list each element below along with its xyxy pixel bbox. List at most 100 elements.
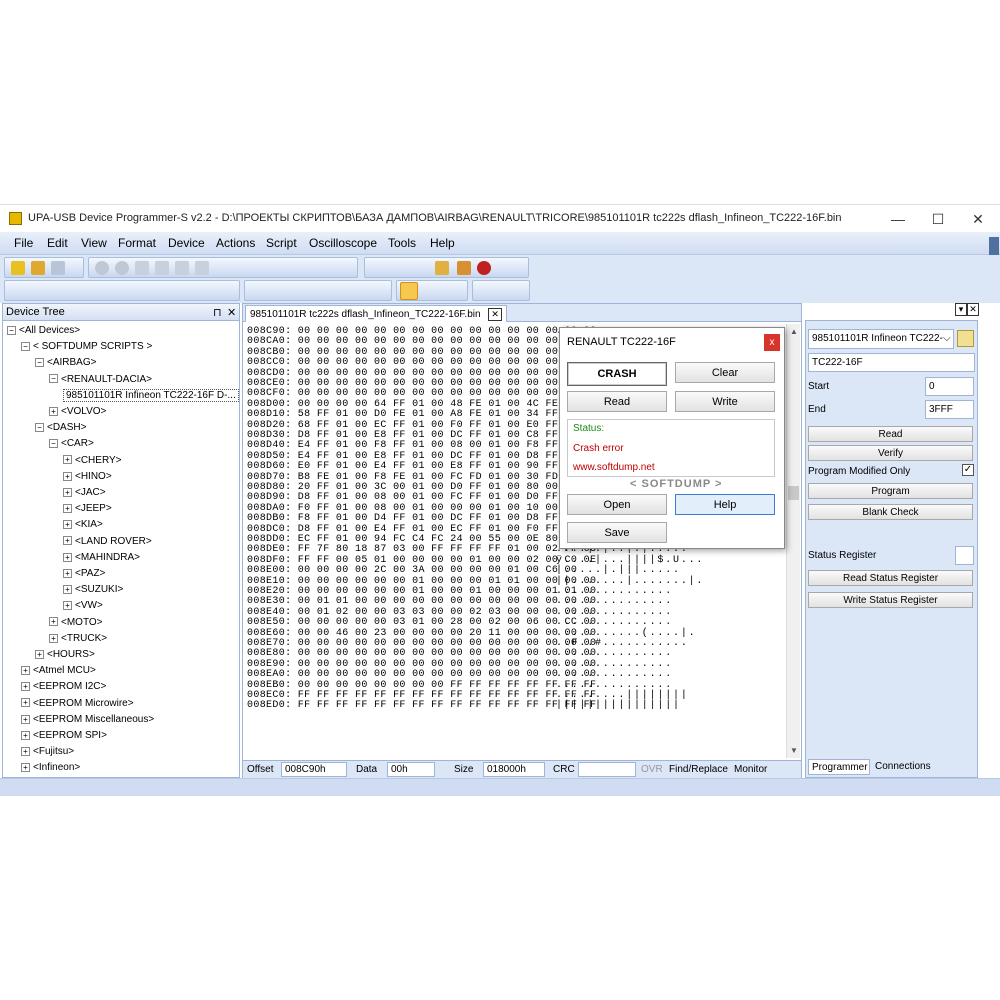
tree-expand-icon[interactable]: + — [49, 633, 58, 643]
tree-item[interactable]: − <RENAULT-DACIA> — [49, 374, 152, 385]
tree-item[interactable]: + <TRUCK> — [49, 633, 107, 644]
menu-format[interactable]: Format — [118, 236, 156, 250]
tree-expand-icon[interactable]: − — [7, 325, 16, 335]
tree-expand-icon[interactable]: + — [21, 714, 30, 724]
clear-button[interactable]: Clear — [675, 362, 775, 383]
paste-icon[interactable] — [175, 261, 189, 275]
start-field[interactable]: 0 — [925, 377, 974, 396]
menu-script[interactable]: Script — [266, 236, 297, 250]
website-link[interactable]: www.softdump.net — [573, 462, 655, 473]
delete-icon[interactable] — [195, 261, 209, 275]
tree-item[interactable]: + <KIA> — [63, 519, 103, 530]
tree-expand-icon[interactable]: + — [21, 666, 30, 676]
document-tab[interactable]: 985101101R tc222s dflash_Infineon_TC222-… — [245, 305, 507, 322]
tree-expand-icon[interactable]: − — [49, 374, 58, 384]
end-field[interactable]: 3FFF — [925, 400, 974, 419]
tree-expand-icon[interactable]: − — [35, 423, 44, 433]
tree-expand-icon[interactable]: + — [63, 536, 72, 546]
tree-expand-icon[interactable]: − — [49, 439, 58, 449]
save-button[interactable]: Save — [567, 522, 667, 543]
copy-icon[interactable] — [155, 261, 169, 275]
program-button[interactable]: Program — [808, 483, 973, 499]
cut-icon[interactable] — [135, 261, 149, 275]
tree-expand-icon[interactable]: + — [63, 552, 72, 562]
bug-icon[interactable] — [477, 261, 491, 275]
program-modified-checkbox[interactable]: ✓ — [962, 464, 974, 476]
tree-expand-icon[interactable]: − — [35, 358, 44, 368]
tree-expand-icon[interactable]: + — [21, 747, 30, 757]
tree-item[interactable]: + <MOTO> — [49, 617, 103, 628]
menu-view[interactable]: View — [81, 236, 107, 250]
tree-item[interactable]: − < SOFTDUMP SCRIPTS > — [21, 341, 152, 352]
tree-item[interactable]: + <JAC> — [63, 487, 106, 498]
pointer-icon[interactable] — [400, 282, 418, 300]
tree-expand-icon[interactable]: + — [63, 487, 72, 497]
undo-icon[interactable] — [95, 261, 109, 275]
tab-programmer[interactable]: Programmer — [808, 759, 870, 775]
tree-expand-icon[interactable]: + — [63, 471, 72, 481]
menu-help[interactable]: Help — [430, 236, 455, 250]
dialog-read-button[interactable]: Read — [567, 391, 667, 412]
menu-tools[interactable]: Tools — [388, 236, 416, 250]
read-status-register-button[interactable]: Read Status Register — [808, 570, 973, 586]
size-field[interactable]: 018000h — [483, 762, 545, 777]
scrollbar-thumb[interactable] — [788, 486, 799, 500]
minimize-button[interactable]: — — [878, 209, 918, 229]
maximize-button[interactable]: ☐ — [918, 209, 958, 229]
tree-item[interactable]: − <All Devices> — [7, 325, 80, 336]
data-field[interactable]: 00h — [387, 762, 435, 777]
tree-item[interactable]: + <MAHINDRA> — [63, 552, 140, 563]
menu-device[interactable]: Device — [168, 236, 205, 250]
verify-button[interactable]: Verify — [808, 445, 973, 461]
monitor-link[interactable]: Monitor — [734, 764, 767, 775]
device-settings-icon[interactable] — [957, 330, 974, 347]
tree-expand-icon[interactable]: + — [35, 649, 44, 659]
tree-item[interactable]: + <CHERY> — [63, 455, 122, 466]
scroll-up-icon[interactable]: ▲ — [790, 327, 798, 336]
close-tree-button[interactable]: ✕ — [227, 306, 236, 319]
device-select[interactable]: 985101101R Infineon TC222- ⌵ — [808, 329, 954, 349]
tree-expand-icon[interactable]: + — [63, 504, 72, 514]
tree-expand-icon[interactable]: + — [63, 455, 72, 465]
tree-item[interactable]: + <EEPROM SPI> — [21, 730, 107, 741]
tree-item[interactable]: + <VOLVO> — [49, 406, 106, 417]
close-window-button[interactable]: ✕ — [958, 209, 998, 229]
tree-item[interactable]: + <SUZUKI> — [63, 584, 123, 595]
tree-item[interactable]: + <JEEP> — [63, 503, 112, 514]
save-icon[interactable] — [51, 261, 65, 275]
tree-expand-icon[interactable]: + — [63, 568, 72, 578]
tab-connections[interactable]: Connections — [872, 759, 934, 774]
menu-edit[interactable]: Edit — [47, 236, 68, 250]
tree-expand-icon[interactable]: + — [21, 682, 30, 692]
tree-item[interactable]: + <EEPROM I2C> — [21, 681, 106, 692]
blank-check-button[interactable]: Blank Check — [808, 504, 973, 520]
tree-expand-icon[interactable]: + — [21, 730, 30, 740]
tree-expand-icon[interactable]: + — [63, 601, 72, 611]
tree-item[interactable]: − <AIRBAG> — [35, 357, 96, 368]
pin-icon[interactable]: ⊓ — [213, 306, 222, 319]
script-icon[interactable] — [457, 261, 471, 275]
menu-oscilloscope[interactable]: Oscilloscope — [309, 236, 377, 250]
open-icon[interactable] — [31, 261, 45, 275]
menu-actions[interactable]: Actions — [216, 236, 255, 250]
tree-item[interactable]: + <Fujitsu> — [21, 746, 74, 757]
dialog-write-button[interactable]: Write — [675, 391, 775, 412]
pane-menu-icon[interactable]: ▾ — [955, 303, 967, 316]
tree-item[interactable]: + <HINO> — [63, 471, 112, 482]
toolbar-overflow-icon[interactable] — [989, 237, 999, 255]
menu-file[interactable]: File — [14, 236, 33, 250]
hex-ascii-row[interactable]: |||||||||||||||| — [556, 700, 681, 711]
new-icon[interactable] — [11, 261, 25, 275]
tree-item[interactable]: + <EEPROM Microwire> — [21, 698, 134, 709]
tree-item[interactable]: + <HOURS> — [35, 649, 95, 660]
crash-button[interactable]: CRASH — [567, 362, 667, 386]
tree-expand-icon[interactable]: + — [21, 698, 30, 708]
tree-item[interactable]: + <Infineon> — [21, 762, 80, 773]
chip-field[interactable]: TC222-16F — [808, 353, 975, 372]
write-status-register-button[interactable]: Write Status Register — [808, 592, 973, 608]
scroll-down-icon[interactable]: ▼ — [790, 746, 798, 755]
redo-icon[interactable] — [115, 261, 129, 275]
crc-field[interactable] — [578, 762, 636, 777]
status-register-field[interactable] — [955, 546, 974, 565]
dialog-close-button[interactable]: x — [764, 334, 780, 351]
